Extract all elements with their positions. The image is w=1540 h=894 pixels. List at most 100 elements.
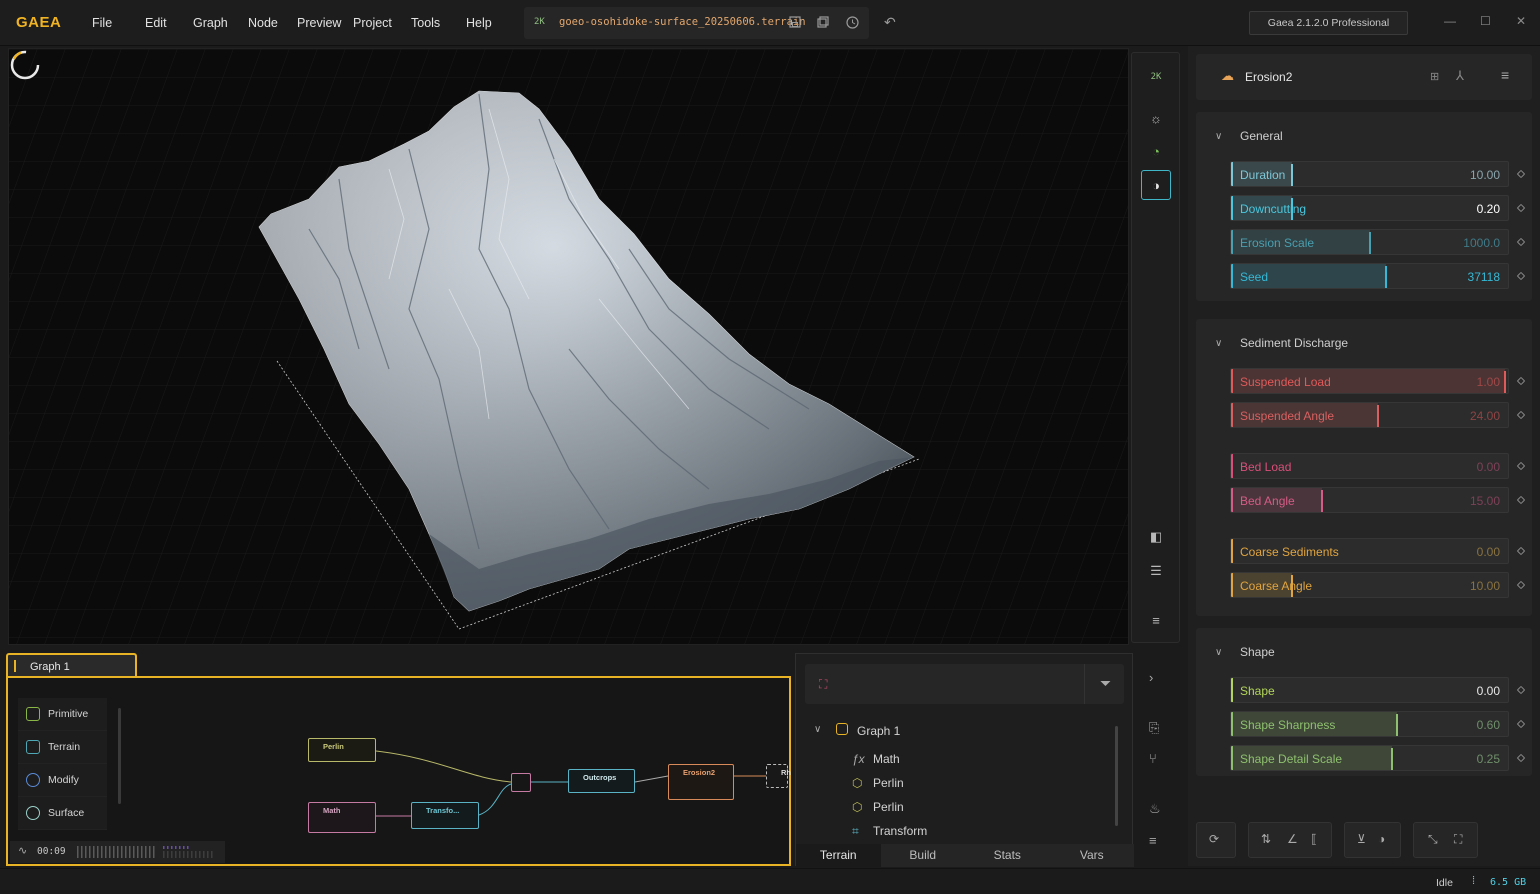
keyframe-diamond-icon[interactable] — [1516, 203, 1526, 213]
collapse-icon[interactable]: ⤡ — [1428, 832, 1438, 847]
menu-tools[interactable]: Tools — [411, 16, 440, 30]
slider-downcutting[interactable]: Downcutting 0.20 — [1230, 195, 1509, 221]
fullscreen-icon[interactable]: ⛶ — [1454, 832, 1462, 847]
tree-item-math[interactable]: Math — [873, 752, 900, 766]
menu-node[interactable]: Node — [248, 16, 278, 30]
slider-shape-sharpness[interactable]: Shape Sharpness 0.60 — [1230, 711, 1509, 737]
menu-file[interactable]: File — [92, 16, 112, 30]
layers-icon[interactable]: ☰ — [1141, 556, 1171, 586]
copy-icon[interactable] — [815, 15, 831, 31]
node-perlin[interactable]: Perlin — [308, 738, 376, 762]
slider-value[interactable]: 0.25 — [1477, 752, 1500, 766]
keyframe-diamond-icon[interactable] — [1516, 719, 1526, 729]
angle-icon[interactable]: ∠ — [1287, 832, 1298, 846]
grid-icon[interactable]: ⊞ — [1430, 70, 1439, 83]
bookmark-icon[interactable]: ⎘ — [1149, 720, 1159, 736]
keyframe-diamond-icon[interactable] — [1516, 546, 1526, 556]
menu-help[interactable]: Help — [466, 16, 492, 30]
slider-handle[interactable] — [1231, 456, 1232, 478]
maximize-icon[interactable]: ☐ — [1480, 14, 1491, 28]
node-name[interactable]: Erosion2 — [1245, 70, 1292, 84]
slider-value[interactable]: 10.00 — [1470, 579, 1500, 593]
axes-icon[interactable]: ⅄ — [1456, 68, 1464, 84]
tab-terrain[interactable]: Terrain — [796, 844, 881, 867]
slider-handle[interactable] — [1396, 714, 1399, 736]
tab-build[interactable]: Build — [880, 844, 965, 867]
tab-vars[interactable]: Vars — [1049, 844, 1134, 867]
keyframe-diamond-icon[interactable] — [1516, 495, 1526, 505]
slider-handle[interactable] — [1231, 541, 1232, 563]
slider-seed[interactable]: Seed 37118 — [1230, 263, 1509, 289]
slider-value[interactable]: 15.00 — [1470, 494, 1500, 508]
undo-icon[interactable]: ↶ — [884, 14, 896, 31]
keyframe-diamond-icon[interactable] — [1516, 237, 1526, 247]
version-badge[interactable]: Gaea 2.1.2.0 Professional — [1249, 11, 1408, 35]
keyframe-diamond-icon[interactable] — [1516, 169, 1526, 179]
tree-item-perlin[interactable]: Perlin — [873, 800, 904, 814]
gauge-icon[interactable]: ◔ — [1141, 137, 1171, 167]
tree-search-bar[interactable]: ⛶ ⏷ — [805, 664, 1124, 704]
flame-icon[interactable]: ♨ — [1149, 801, 1161, 817]
node-erosion2[interactable]: Erosion2 — [668, 764, 734, 800]
slider-bed-load[interactable]: Bed Load 0.00 — [1230, 453, 1509, 479]
slider-duration[interactable]: Duration 10.00 — [1230, 161, 1509, 187]
slider-value[interactable]: 0.00 — [1477, 545, 1500, 559]
viewport-menu-icon[interactable]: ≡ — [1141, 606, 1171, 636]
slider-bed-angle[interactable]: Bed Angle 15.00 — [1230, 487, 1509, 513]
node-rh[interactable]: Rh — [766, 764, 791, 788]
bracket-icon[interactable]: ⟦ — [1311, 832, 1317, 846]
slider-handle[interactable] — [1290, 164, 1293, 186]
slider-handle[interactable] — [1231, 680, 1232, 702]
slider-suspended-angle[interactable]: Suspended Angle 24.00 — [1230, 402, 1509, 428]
slider-shape[interactable]: Shape 0.00 — [1230, 677, 1509, 703]
pin-icon[interactable]: ⊻ — [1357, 832, 1366, 846]
viewport-resolution-button[interactable]: 2K — [1141, 62, 1171, 92]
slider-suspended-load[interactable]: Suspended Load 1.00 — [1230, 368, 1509, 394]
minimize-icon[interactable]: — — [1444, 14, 1456, 28]
chevron-right-icon[interactable]: › — [1149, 670, 1153, 685]
slider-value[interactable]: 1000.0 — [1463, 236, 1500, 250]
adjust-icon[interactable]: ⇅ — [1261, 832, 1271, 846]
refresh-icon[interactable]: ⟳ — [1209, 832, 1219, 846]
menu-icon[interactable]: ≡ — [1501, 67, 1509, 83]
slider-handle[interactable] — [1390, 748, 1393, 770]
tree-root-label[interactable]: Graph 1 — [857, 724, 900, 738]
filter-icon[interactable]: ⏷ — [1100, 675, 1111, 692]
tree-scrollbar[interactable] — [1115, 726, 1118, 826]
tree-item-perlin[interactable]: Perlin — [873, 776, 904, 790]
slider-handle[interactable] — [1504, 371, 1507, 393]
tab-graph-1[interactable]: Graph 1 — [6, 653, 137, 678]
chevron-down-icon[interactable]: ∨ — [1215, 647, 1222, 658]
hierarchy-icon[interactable]: ⑂ — [1149, 751, 1157, 766]
slider-erosion-scale[interactable]: Erosion Scale 1000.0 — [1230, 229, 1509, 255]
chevron-down-icon[interactable]: ∨ — [1215, 131, 1222, 142]
save-icon[interactable] — [787, 15, 803, 31]
slider-value[interactable]: 0.20 — [1477, 202, 1500, 216]
keyframe-diamond-icon[interactable] — [1516, 753, 1526, 763]
slider-value[interactable]: 0.00 — [1477, 460, 1500, 474]
render-mode-icon[interactable]: ◑ — [1141, 170, 1171, 200]
list-icon[interactable]: ≡ — [1149, 833, 1157, 848]
3d-viewport[interactable] — [8, 48, 1129, 645]
chevron-down-icon[interactable]: ∨ — [814, 724, 821, 735]
slider-coarse-angle[interactable]: Coarse Angle 10.00 — [1230, 572, 1509, 598]
slider-handle[interactable] — [1368, 232, 1371, 254]
slider-coarse-sediments[interactable]: Coarse Sediments 0.00 — [1230, 538, 1509, 564]
node-outcrops[interactable]: Outcrops — [568, 769, 635, 793]
slider-value[interactable]: 1.00 — [1477, 375, 1500, 389]
close-icon[interactable]: ✕ — [1516, 14, 1526, 28]
keyframe-diamond-icon[interactable] — [1516, 410, 1526, 420]
menu-project[interactable]: Project — [353, 16, 392, 30]
tab-stats[interactable]: Stats — [965, 844, 1050, 867]
graph-canvas[interactable]: Primitive Terrain Modify Surface Perlin … — [6, 676, 791, 866]
menu-graph[interactable]: Graph — [193, 16, 228, 30]
slider-value[interactable]: 0.60 — [1477, 718, 1500, 732]
node-math[interactable]: Math — [308, 802, 376, 833]
node-combine[interactable] — [511, 773, 531, 792]
contrast-icon[interactable]: ◑ — [1378, 832, 1385, 846]
sun-icon[interactable]: ☼ — [1141, 104, 1171, 134]
keyframe-diamond-icon[interactable] — [1516, 685, 1526, 695]
split-view-icon[interactable]: ◧ — [1141, 522, 1171, 552]
slider-value[interactable]: 37118 — [1468, 270, 1500, 284]
chevron-down-icon[interactable]: ∨ — [1215, 338, 1222, 349]
